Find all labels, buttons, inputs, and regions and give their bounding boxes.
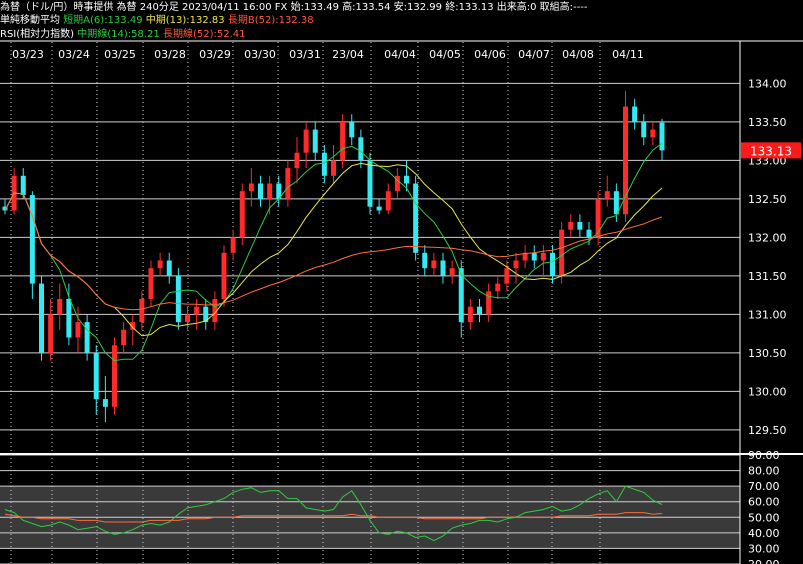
candle-body <box>431 260 437 269</box>
candle-body <box>404 175 409 184</box>
candle-body <box>632 106 638 122</box>
date-label: 03/28 <box>154 48 186 61</box>
candle-body <box>358 137 364 161</box>
candle-body <box>39 283 44 353</box>
candle-body <box>413 183 419 253</box>
candle-body <box>641 121 647 138</box>
candle-body <box>540 252 546 261</box>
price-tick-label: 130.00 <box>748 385 787 398</box>
candle-body <box>194 306 200 315</box>
candle-body <box>121 329 127 346</box>
rsi-tick-label: 80.00 <box>748 465 780 478</box>
candle-body <box>29 195 35 284</box>
candle-body <box>623 106 628 215</box>
price-tick-label: 129.50 <box>748 424 787 437</box>
candle-body <box>20 175 26 196</box>
date-label: 04/11 <box>612 48 644 61</box>
candle-body <box>477 306 482 315</box>
candle-body <box>385 191 391 211</box>
candle-body <box>440 260 446 276</box>
candle-body <box>148 268 154 299</box>
price-tick-label: 131.50 <box>748 270 787 283</box>
rsi-tick-label: 90.00 <box>748 449 780 462</box>
candle-body <box>139 299 145 323</box>
candle-body <box>604 191 610 199</box>
price-tick-label: 133.50 <box>748 116 787 129</box>
candle-body <box>93 352 99 400</box>
candle-body <box>531 252 537 261</box>
candle-body <box>112 345 117 407</box>
candle-body <box>550 252 555 276</box>
candle-body <box>303 129 309 153</box>
candle-body <box>321 152 327 176</box>
date-label: 03/24 <box>58 48 90 61</box>
candle-body <box>294 152 300 169</box>
date-label: 03/23 <box>12 48 44 61</box>
rsi-tick-label: 20.00 <box>748 558 780 564</box>
price-tick-label: 132.50 <box>748 193 787 206</box>
candle-body <box>66 299 72 338</box>
candle-body <box>248 183 254 192</box>
price-tick-label: 134.00 <box>748 77 787 90</box>
price-tick-label: 132.00 <box>748 231 787 244</box>
candle-body <box>650 129 656 138</box>
date-label: 04/08 <box>562 48 594 61</box>
candle-body <box>349 121 355 138</box>
candle-body <box>367 160 373 207</box>
date-label: 03/25 <box>104 48 136 61</box>
price-tick-label: 131.00 <box>748 308 787 321</box>
date-label: 23/04 <box>332 48 364 61</box>
candle-body <box>185 314 190 323</box>
candlestick-chart[interactable]: 134.00133.50133.00132.50132.00131.50131.… <box>0 0 803 564</box>
rsi-tick-label: 30.00 <box>748 542 780 555</box>
candle-body <box>577 222 583 230</box>
candle-body <box>84 322 90 353</box>
rsi-tick-label: 70.00 <box>748 480 780 493</box>
candle-body <box>513 260 519 269</box>
candle-body <box>559 229 565 276</box>
candle-body <box>157 260 163 269</box>
candle-body <box>376 206 382 211</box>
candle-body <box>568 222 574 230</box>
candle-body <box>221 252 227 299</box>
candle-body <box>659 122 665 151</box>
date-label: 03/29 <box>199 48 231 61</box>
date-label: 04/05 <box>429 48 461 61</box>
candle-body <box>57 299 63 315</box>
date-label: 03/31 <box>289 48 321 61</box>
candle-body <box>175 275 181 323</box>
rsi-tick-label: 50.00 <box>748 511 780 524</box>
candle-body <box>258 183 263 199</box>
candle-body <box>285 168 291 199</box>
candle-body <box>331 160 336 176</box>
candle-body <box>75 322 81 338</box>
candle-body <box>467 306 473 323</box>
candle-body <box>340 121 346 161</box>
candle-body <box>102 399 108 407</box>
candle-body <box>586 229 592 238</box>
candle-body <box>449 268 455 276</box>
candle-body <box>267 183 273 199</box>
candle-body <box>166 260 172 276</box>
candle-body <box>312 129 318 153</box>
date-label: 04/06 <box>474 48 506 61</box>
candle-body <box>48 314 54 353</box>
candle-body <box>230 237 236 253</box>
candle-body <box>504 268 510 284</box>
candle-body <box>239 191 245 238</box>
price-tick-label: 130.50 <box>748 347 787 360</box>
date-label: 04/07 <box>518 48 550 61</box>
candle-body <box>495 283 501 292</box>
current-price-label: 133.13 <box>750 144 792 158</box>
candle-body <box>422 252 428 269</box>
date-label: 03/30 <box>244 48 276 61</box>
date-label: 04/04 <box>384 48 416 61</box>
rsi-tick-label: 60.00 <box>748 496 780 509</box>
rsi-tick-label: 40.00 <box>748 527 780 540</box>
candle-body <box>486 291 492 315</box>
